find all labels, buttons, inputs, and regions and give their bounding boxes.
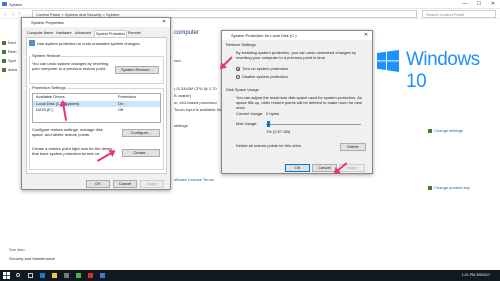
see-also-label: See also — [9, 247, 25, 252]
disk-usage-description: You can adjust the maximum disk space us… — [236, 95, 362, 110]
delete-text: Delete all restore points for this drive… — [236, 143, 303, 148]
current-usage-value: 0 bytes — [266, 111, 279, 116]
column-header: Protection — [118, 94, 137, 99]
app-icon[interactable] — [76, 273, 81, 278]
slider-thumb[interactable] — [267, 121, 270, 127]
system-type-fragment: m, x64-based processor — [174, 100, 217, 105]
pen-touch-fragment: Touch Input is available for — [174, 107, 222, 112]
configure-button[interactable]: Configure... — [122, 129, 160, 137]
configure-text: Configure restore settings, manage disk … — [32, 127, 103, 137]
delete-button[interactable]: Delete — [340, 143, 366, 151]
shield-icon — [2, 40, 6, 45]
restore-settings-label: Restore Settings — [226, 42, 256, 47]
taskbar: 1:21 PM 3/9/2017 — [0, 270, 500, 281]
task-view-icon[interactable] — [28, 273, 33, 278]
shield-icon — [2, 67, 6, 72]
control-panel-icon[interactable] — [100, 273, 105, 278]
drives-table: Available Drives Protection Local Disk (… — [32, 93, 161, 123]
edition-fragment: ved. — [174, 58, 182, 63]
shield-icon — [2, 58, 6, 63]
system-restore-button[interactable]: System Restore... — [115, 66, 159, 74]
page-heading-fragment: computer — [174, 30, 200, 36]
max-usage-slider[interactable] — [266, 124, 361, 125]
restore-text: You can undo system changes by reverting… — [32, 61, 109, 71]
current-usage-label: Current Usage: — [236, 111, 264, 116]
file-explorer-icon[interactable] — [52, 273, 57, 278]
back-arrow-icon[interactable]: ← — [3, 11, 8, 17]
group-label: Protection Settings — [31, 85, 67, 90]
sidebar-item-device-manager[interactable]: Devi — [2, 40, 16, 45]
disable-radio[interactable] — [236, 75, 240, 79]
system-protection-local-disk-dialog: System Protection for Local Disk (C:) ✕ … — [221, 30, 373, 174]
create-button[interactable]: Create... — [122, 149, 160, 157]
turn-on-radio[interactable] — [236, 67, 240, 71]
sidebar-item-system-protection[interactable]: Syst — [2, 58, 16, 63]
tab-remote[interactable]: Remote — [127, 30, 142, 37]
forward-arrow-icon[interactable]: → — [10, 11, 15, 17]
max-usage-value: 1% (2.57 GB) — [266, 129, 291, 134]
ok-button[interactable]: OK — [86, 180, 110, 188]
app-icon[interactable] — [88, 273, 93, 278]
restore-description: By enabling system protection, you can u… — [236, 50, 356, 60]
disable-label[interactable]: Disable system protection — [242, 74, 288, 79]
max-usage-label: Max Usage: — [236, 121, 258, 126]
processor-fragment: ) i3-3340M CPU @ 2.70 — [174, 86, 217, 91]
turn-on-label[interactable]: Turn on system protection — [242, 66, 288, 71]
sidebar-item-remote[interactable]: Rem — [2, 49, 16, 54]
window-title-bar: System — [0, 0, 500, 9]
usable-fragment: B usable) — [174, 93, 191, 98]
close-icon[interactable]: ✕ — [360, 31, 372, 40]
store-icon[interactable] — [64, 273, 69, 278]
security-maintenance-link[interactable]: Security and Maintenance — [9, 256, 55, 261]
window-title: System — [9, 2, 23, 7]
close-icon[interactable]: ✕ — [158, 18, 170, 27]
ok-button[interactable]: OK — [285, 164, 310, 172]
group-label: System Restore — [31, 53, 62, 58]
dialog-title: System Properties — [22, 18, 170, 27]
windows-logo-icon — [377, 50, 399, 72]
tab-advanced[interactable]: Advanced — [74, 30, 92, 37]
tab-computer-name[interactable]: Computer Name — [26, 30, 54, 37]
license-terms-link[interactable]: oftware License Terms — [174, 177, 214, 182]
dialog-title: System Protection for Local Disk (C:) — [222, 31, 372, 40]
column-header: Available Drives — [36, 94, 65, 99]
shield-icon — [428, 128, 432, 133]
start-button-icon[interactable] — [3, 272, 10, 279]
disk-usage-label: Disk Space Usage — [226, 87, 259, 92]
tab-hardware[interactable]: Hardware — [55, 30, 73, 37]
windows-10-logo-text: Windows 10 — [406, 49, 480, 92]
table-row[interactable]: DATA (E:) Off — [33, 107, 160, 113]
maximize-button[interactable]: ☐ — [472, 0, 486, 9]
intro-text: Use system protection to undo unwanted s… — [37, 41, 141, 46]
shield-icon — [2, 49, 6, 54]
system-properties-dialog: System Properties ✕ Computer Name Hardwa… — [21, 17, 171, 190]
search-input[interactable]: Search Control Panel — [422, 10, 496, 18]
sidebar-item-advanced[interactable]: Adva — [2, 67, 17, 72]
taskbar-clock[interactable]: 1:21 PM 3/9/2017 — [462, 273, 490, 277]
edge-icon[interactable] — [40, 273, 45, 278]
apply-button[interactable]: Apply — [140, 180, 164, 188]
shield-icon — [428, 185, 432, 190]
cancel-button[interactable]: Cancel — [113, 180, 137, 188]
system-icon — [2, 2, 7, 6]
minimize-button[interactable]: — — [458, 0, 472, 9]
settings-fragment: settings — [174, 123, 188, 128]
system-protection-icon — [29, 40, 35, 46]
search-icon[interactable] — [16, 273, 20, 277]
change-settings-link[interactable]: Change settings — [428, 128, 463, 133]
tab-system-protection[interactable]: System Protection — [94, 30, 128, 37]
change-product-key-link[interactable]: Change product key — [428, 185, 470, 190]
close-button[interactable]: ✕ — [486, 0, 500, 9]
